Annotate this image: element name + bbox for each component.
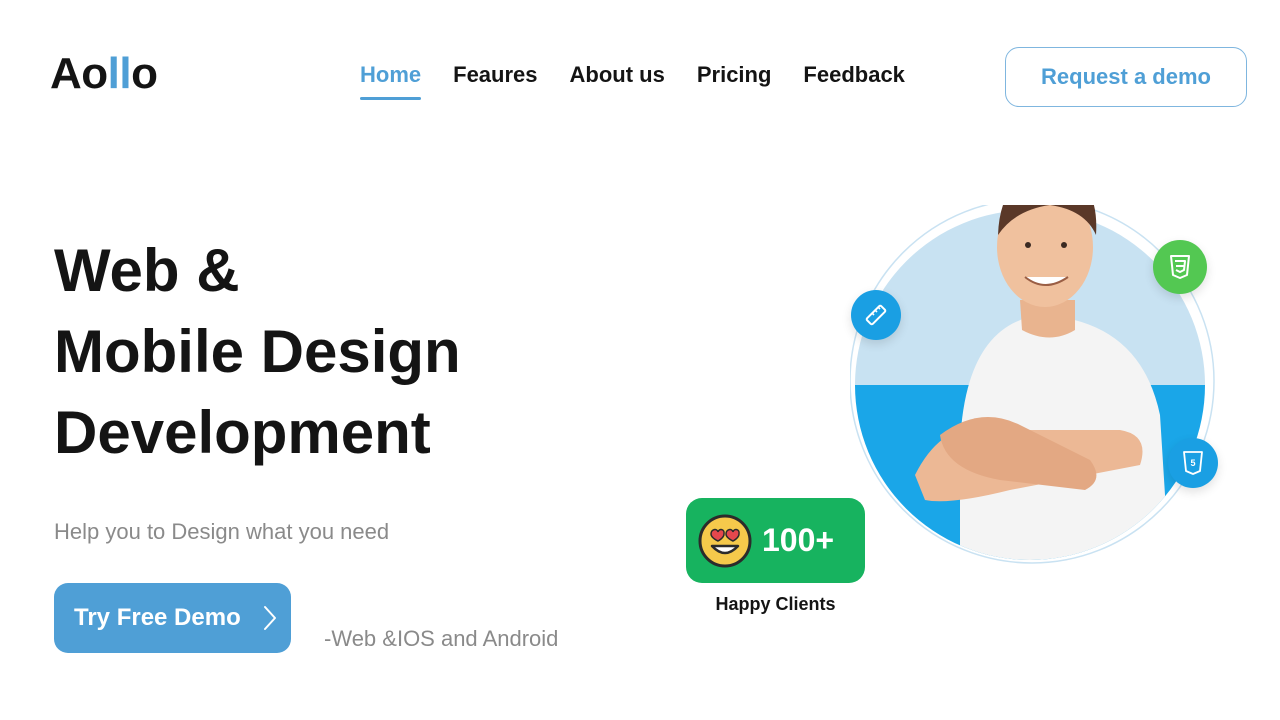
design-tool-badge [851,290,901,340]
request-demo-button[interactable]: Request a demo [1005,47,1247,107]
try-free-demo-label: Try Free Demo [74,604,241,631]
logo[interactable]: Aollo [50,52,158,96]
nav-item-feedback[interactable]: Feedback [803,64,905,100]
hero-subtitle: Help you to Design what you need [54,519,390,544]
happy-clients-card: 100+ [686,498,865,583]
nav-item-about[interactable]: About us [570,64,665,100]
main-nav: Home Feaures About us Pricing Feedback [360,64,905,100]
clients-count: 100+ [762,522,835,558]
nav-item-home[interactable]: Home [360,64,422,100]
hero-title-line: Mobile Design [54,318,461,385]
svg-text:5: 5 [1190,458,1195,468]
css3-icon [1170,255,1190,279]
nav-item-features[interactable]: Feaures [453,64,537,100]
heart-eyes-emoji-icon [698,514,752,567]
hero-title: Web & Mobile Design Development [54,230,461,473]
html5-badge: 5 [1168,438,1218,488]
hero-title-line: Development [54,399,431,466]
logo-text-accent: ll [107,49,132,98]
clients-label: Happy Clients [715,594,836,614]
css3-badge [1153,240,1207,294]
try-free-demo-button[interactable]: Try Free Demo [54,583,291,653]
logo-text-end: o [131,49,158,98]
logo-text-start: Ao [50,49,108,98]
hero-title-line: Web & [54,237,240,304]
design-tool-icon [865,304,887,326]
chevron-right-icon [264,606,276,630]
platforms-note: -Web &IOS and Android [324,626,559,651]
nav-item-pricing[interactable]: Pricing [697,64,772,100]
html5-icon: 5 [1183,451,1203,475]
